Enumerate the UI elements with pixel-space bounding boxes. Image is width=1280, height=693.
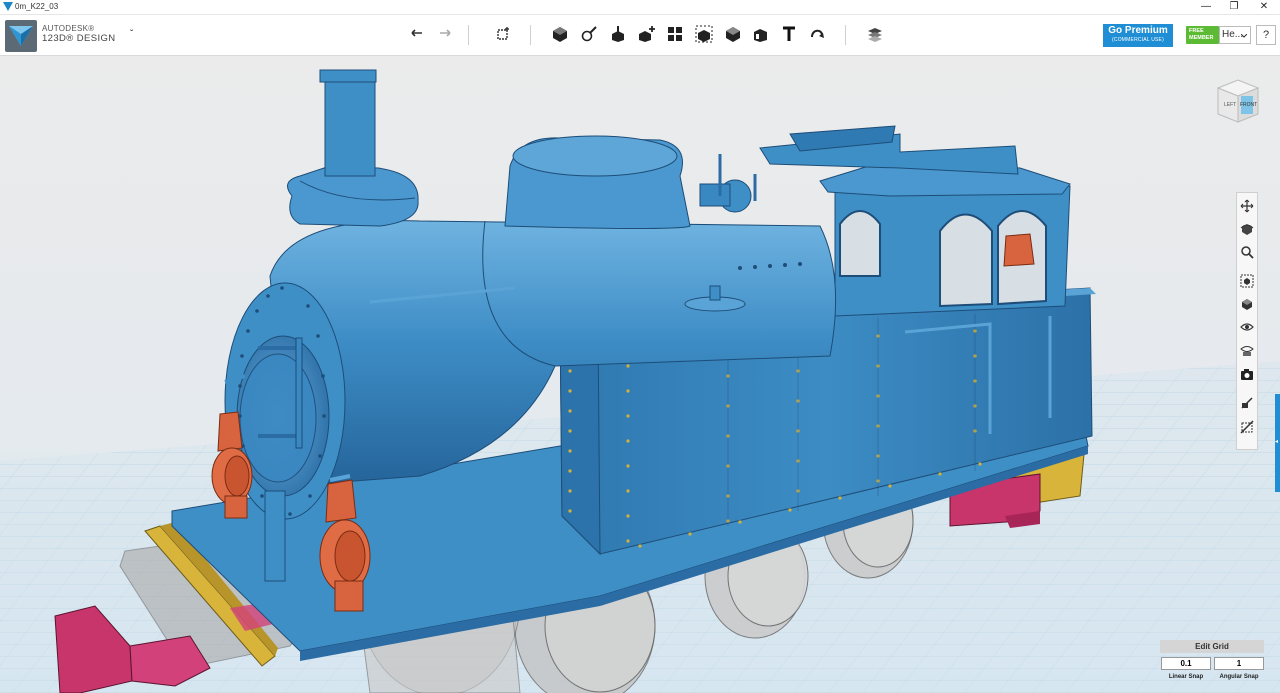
hide-sketch-icon xyxy=(1240,420,1254,434)
primitives-button[interactable] xyxy=(547,21,573,47)
construct-button[interactable] xyxy=(605,21,631,47)
view-cube[interactable]: LEFT FRONT xyxy=(1210,74,1266,130)
group-icon xyxy=(695,25,713,43)
linear-snap-input[interactable]: 0.1 xyxy=(1161,657,1211,670)
snap-button[interactable] xyxy=(804,21,830,47)
sketch-icon xyxy=(581,26,597,42)
visibility-button[interactable] xyxy=(1239,319,1255,335)
window-title-bar: 0m_K22_03 — ❐ ✕ xyxy=(0,0,1280,15)
redo-button[interactable] xyxy=(432,21,458,47)
primitives-icon xyxy=(553,27,567,42)
free-member-badge: FREE MEMBER xyxy=(1186,26,1219,44)
modify-icon xyxy=(639,26,655,42)
side-panel-tab[interactable]: ◂ xyxy=(1275,394,1280,492)
brand-name: AUTODESK® 123D® DESIGN xyxy=(42,24,116,44)
toolbar-divider xyxy=(468,25,469,45)
undo-button[interactable] xyxy=(404,21,430,47)
scene-canvas[interactable] xyxy=(0,56,1280,693)
main-toolbar: AUTODESK® 123D® DESIGN ˇ Go Premium (COM… xyxy=(0,15,1280,56)
combine-button[interactable] xyxy=(720,21,746,47)
view-cube-front-label: FRONT xyxy=(1240,102,1257,108)
undo-icon xyxy=(411,29,422,37)
fit-icon xyxy=(1240,274,1254,288)
sketch-button[interactable] xyxy=(576,21,602,47)
construct-icon xyxy=(612,26,624,42)
pan-icon xyxy=(1240,199,1254,213)
app-menu-chevron-icon[interactable]: ˇ xyxy=(130,29,133,40)
transform-icon xyxy=(497,27,509,40)
chevron-down-icon xyxy=(1241,34,1247,38)
redo-icon xyxy=(440,29,451,37)
snap-to-button[interactable] xyxy=(1239,395,1255,411)
screenshot-button[interactable] xyxy=(1239,366,1255,382)
fit-button[interactable] xyxy=(1239,273,1255,289)
app-icon xyxy=(3,2,13,11)
transform-button[interactable] xyxy=(490,21,516,47)
toolbar-divider xyxy=(530,25,531,45)
zoom-button[interactable] xyxy=(1239,244,1255,260)
orbit-icon xyxy=(1240,224,1254,235)
edit-grid-button[interactable]: Edit Grid xyxy=(1160,640,1264,653)
linear-snap-label: Linear Snap xyxy=(1168,674,1204,680)
text-icon xyxy=(783,26,795,41)
orbit-button[interactable] xyxy=(1239,221,1255,237)
premium-subtitle: (COMMERCIAL USE) xyxy=(1112,37,1164,43)
brand-line-2: 123D® DESIGN xyxy=(42,33,116,44)
toolbar-divider xyxy=(845,25,846,45)
badge-line-2: MEMBER xyxy=(1189,35,1214,41)
view-button[interactable] xyxy=(1239,296,1255,312)
premium-title: Go Premium xyxy=(1108,25,1168,36)
view-cube-left-label: LEFT xyxy=(1224,102,1236,108)
view-icon xyxy=(1242,299,1252,310)
user-menu-dropdown[interactable]: He... xyxy=(1219,26,1251,44)
3d-viewport[interactable]: LEFT FRONT ◂ xyxy=(0,56,1280,693)
measure-icon xyxy=(754,29,767,42)
materials-visibility-icon xyxy=(1240,346,1254,356)
pattern-icon xyxy=(668,27,682,41)
angular-snap-label: Angular Snap xyxy=(1219,674,1259,680)
zoom-icon xyxy=(1241,246,1254,259)
visibility-icon xyxy=(1240,323,1254,331)
materials-visibility-button[interactable] xyxy=(1239,342,1255,358)
go-premium-button[interactable]: Go Premium (COMMERCIAL USE) xyxy=(1103,24,1173,47)
navigation-bar xyxy=(1236,192,1258,450)
help-button[interactable]: ? xyxy=(1256,25,1276,45)
edit-grid-panel: Edit Grid 0.1 1 Linear Snap Angular Snap xyxy=(1160,640,1264,690)
text-button[interactable] xyxy=(776,21,802,47)
material-icon xyxy=(868,28,882,42)
maximize-button[interactable]: ❐ xyxy=(1220,0,1248,14)
material-button[interactable] xyxy=(862,21,888,47)
pattern-button[interactable] xyxy=(662,21,688,47)
app-logo-icon[interactable] xyxy=(5,20,37,52)
snap-icon xyxy=(811,29,824,38)
group-button[interactable] xyxy=(691,21,717,47)
side-panel-arrow-icon: ◂ xyxy=(1275,439,1279,445)
badge-line-1: FREE xyxy=(1189,28,1204,34)
angular-snap-input[interactable]: 1 xyxy=(1214,657,1264,670)
front-buffer-left xyxy=(264,490,286,582)
window-title: 0m_K22_03 xyxy=(15,2,59,11)
pan-button[interactable] xyxy=(1239,198,1255,214)
screenshot-icon xyxy=(1241,369,1253,380)
snap-to-icon xyxy=(1241,397,1253,409)
hide-sketch-button[interactable] xyxy=(1239,419,1255,435)
combine-icon xyxy=(726,27,740,42)
user-name: He... xyxy=(1222,29,1244,40)
modify-button[interactable] xyxy=(634,21,660,47)
close-button[interactable]: ✕ xyxy=(1250,0,1278,14)
measure-button[interactable] xyxy=(748,21,774,47)
minimize-button[interactable]: — xyxy=(1192,0,1220,14)
